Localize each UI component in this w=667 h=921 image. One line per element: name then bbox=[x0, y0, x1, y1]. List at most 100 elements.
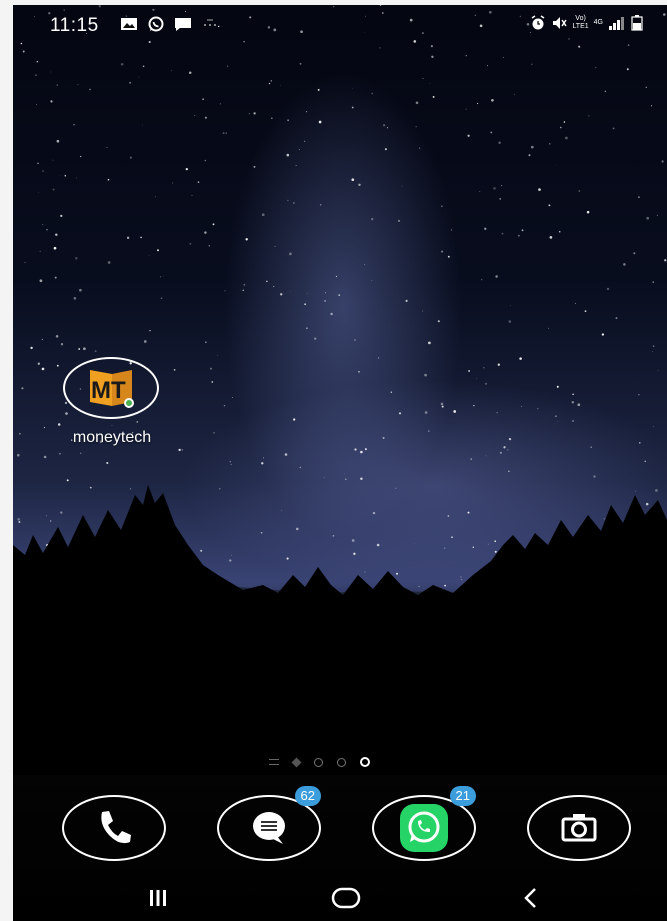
star bbox=[415, 126, 417, 128]
notification-icons bbox=[120, 16, 219, 32]
star bbox=[41, 367, 45, 371]
star bbox=[274, 245, 276, 247]
star bbox=[490, 131, 493, 134]
star bbox=[656, 214, 658, 216]
star bbox=[517, 234, 520, 237]
star bbox=[588, 115, 590, 117]
recents-button[interactable] bbox=[138, 880, 178, 916]
star bbox=[50, 71, 52, 73]
star bbox=[73, 296, 77, 300]
star bbox=[386, 127, 389, 129]
star bbox=[538, 188, 541, 191]
camera-app-button[interactable] bbox=[527, 795, 631, 861]
star bbox=[273, 285, 275, 288]
star bbox=[129, 156, 133, 159]
star bbox=[590, 446, 592, 448]
star bbox=[644, 460, 646, 463]
star bbox=[441, 250, 444, 253]
star bbox=[401, 185, 403, 187]
star bbox=[491, 98, 494, 102]
star bbox=[56, 139, 60, 143]
star bbox=[55, 233, 58, 237]
star bbox=[270, 117, 273, 120]
star bbox=[19, 433, 21, 435]
star bbox=[335, 275, 337, 277]
star bbox=[205, 341, 207, 343]
star bbox=[499, 198, 501, 200]
star bbox=[503, 446, 506, 449]
star bbox=[397, 219, 401, 223]
phone-app-button[interactable] bbox=[62, 795, 166, 861]
star bbox=[479, 191, 481, 193]
star bbox=[351, 178, 355, 182]
whatsapp-app-button[interactable]: 21 bbox=[372, 786, 476, 861]
star bbox=[299, 466, 302, 469]
star bbox=[424, 411, 428, 414]
star bbox=[16, 453, 20, 457]
star bbox=[493, 187, 496, 190]
star bbox=[360, 450, 363, 454]
star bbox=[371, 217, 374, 221]
star bbox=[519, 357, 522, 360]
star bbox=[217, 354, 218, 356]
star bbox=[498, 141, 501, 145]
star bbox=[555, 164, 557, 166]
star bbox=[268, 82, 271, 85]
star bbox=[230, 463, 232, 465]
star bbox=[290, 290, 292, 292]
gallery-icon bbox=[121, 18, 137, 30]
system-status-icons: Vo) LTE1 4G bbox=[530, 15, 643, 31]
star bbox=[43, 427, 45, 429]
star bbox=[495, 275, 498, 278]
star bbox=[318, 120, 322, 124]
star bbox=[537, 408, 539, 410]
tree-silhouette-wallpaper bbox=[13, 485, 667, 775]
moneytech-app-icon[interactable]: MT moneytech bbox=[61, 357, 163, 447]
star bbox=[107, 178, 110, 181]
star bbox=[36, 61, 38, 63]
star bbox=[429, 83, 431, 84]
star bbox=[189, 242, 192, 245]
star bbox=[606, 287, 610, 291]
star bbox=[185, 167, 188, 171]
menu-page-indicator bbox=[269, 759, 279, 765]
star bbox=[287, 119, 290, 122]
star bbox=[304, 140, 306, 142]
star bbox=[162, 276, 164, 278]
star bbox=[286, 153, 290, 157]
star bbox=[42, 170, 44, 172]
star bbox=[521, 229, 524, 232]
star bbox=[155, 196, 156, 198]
star bbox=[554, 415, 557, 418]
star bbox=[306, 293, 308, 294]
messages-app-button[interactable]: 62 bbox=[217, 786, 321, 861]
star bbox=[508, 437, 512, 441]
notification-badge: 62 bbox=[294, 786, 321, 806]
status-time: 11:15 bbox=[50, 15, 99, 36]
battery-icon bbox=[631, 15, 643, 31]
star bbox=[651, 105, 653, 107]
star bbox=[242, 289, 244, 291]
star bbox=[53, 246, 57, 250]
star bbox=[212, 223, 215, 226]
star bbox=[638, 394, 640, 396]
star bbox=[293, 202, 295, 204]
star bbox=[46, 229, 48, 231]
svg-text:MT: MT bbox=[91, 377, 126, 404]
star bbox=[556, 385, 559, 388]
star bbox=[120, 62, 124, 66]
star bbox=[354, 339, 356, 341]
star bbox=[377, 357, 380, 359]
page-indicator[interactable] bbox=[269, 757, 370, 767]
star bbox=[126, 236, 130, 240]
star bbox=[646, 216, 650, 220]
moneytech-logo-icon: MT bbox=[90, 370, 134, 408]
star bbox=[298, 148, 300, 150]
app-icon-frame: MT bbox=[63, 357, 159, 419]
star bbox=[639, 442, 641, 444]
star bbox=[499, 451, 502, 454]
star bbox=[548, 204, 551, 207]
home-button[interactable] bbox=[326, 880, 366, 916]
star bbox=[468, 370, 470, 372]
back-button[interactable] bbox=[511, 880, 551, 916]
